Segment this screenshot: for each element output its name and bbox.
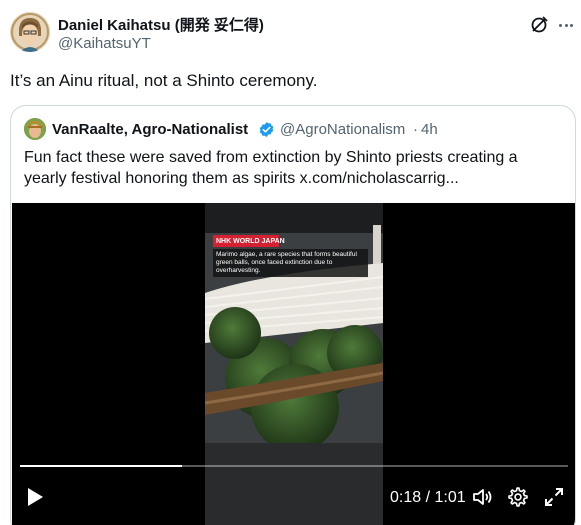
volume-icon[interactable]	[471, 486, 493, 508]
video-time: 0:18 / 1:01	[390, 489, 466, 506]
author-handle[interactable]: @KaihatsuYT	[58, 35, 151, 52]
tweet: Daniel Kaihatsu (開発 妥仁得) @KaihatsuYT It’…	[0, 0, 581, 525]
author-name[interactable]: Daniel Kaihatsu (開発 妥仁得)	[58, 14, 264, 35]
video-player[interactable]: NHK WORLD JAPAN Marimo algae, a rare spe…	[12, 203, 575, 525]
settings-gear-icon[interactable]	[507, 486, 529, 508]
quote-author-avatar[interactable]	[24, 118, 46, 140]
quote-timestamp[interactable]: 4h	[421, 121, 438, 138]
quoted-tweet[interactable]: VanRaalte, Agro-Nationalist @AgroNationa…	[10, 105, 576, 525]
video-caption: Marimo algae, a rare species that forms …	[213, 249, 368, 277]
video-progress-fill	[20, 465, 182, 467]
more-options-icon[interactable]	[555, 12, 577, 38]
quote-author-handle[interactable]: @AgroNationalism	[280, 121, 405, 138]
quote-author-name[interactable]: VanRaalte, Agro-Nationalist	[52, 121, 248, 138]
quote-link[interactable]: x.com/nicholascarrig...	[300, 170, 459, 187]
author-avatar[interactable]	[10, 12, 50, 52]
nhk-badge: NHK WORLD JAPAN	[213, 235, 285, 247]
separator-dot: ·	[413, 121, 418, 138]
grok-icon[interactable]	[526, 12, 552, 38]
quote-text: Fun fact these were saved from extinctio…	[24, 147, 564, 189]
verified-badge-icon	[258, 121, 275, 138]
tweet-text: It’s an Ainu ritual, not a Shinto ceremo…	[10, 71, 318, 90]
play-icon[interactable]	[24, 485, 46, 509]
video-frame: NHK WORLD JAPAN Marimo algae, a rare spe…	[205, 203, 383, 525]
fullscreen-icon[interactable]	[543, 486, 565, 508]
video-progress-bar[interactable]	[20, 465, 568, 467]
